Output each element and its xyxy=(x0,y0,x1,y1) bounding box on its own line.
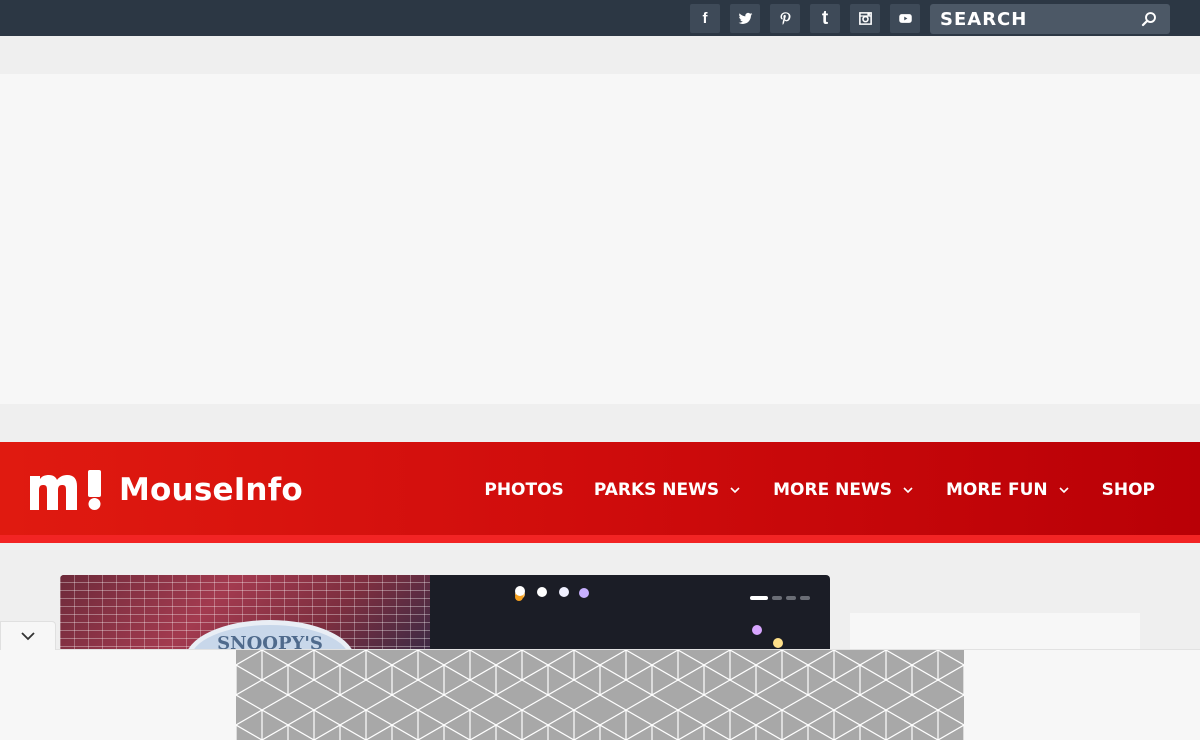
stage-light xyxy=(559,587,569,597)
search-icon[interactable] xyxy=(1140,10,1158,28)
search-box xyxy=(930,4,1170,34)
tumblr-icon[interactable]: t xyxy=(810,4,840,33)
slider-dot-1[interactable] xyxy=(750,596,768,600)
site-logo[interactable]: MouseInfo xyxy=(30,470,303,510)
nav-photos[interactable]: PHOTOS xyxy=(484,480,563,500)
nav-more-news-label: MORE NEWS xyxy=(773,480,892,500)
youtube-icon[interactable] xyxy=(890,4,920,33)
stage-light xyxy=(515,586,525,596)
nav-more-news[interactable]: MORE NEWS xyxy=(773,480,914,500)
cube-pattern xyxy=(236,650,964,740)
logo-mark-icon xyxy=(30,470,101,510)
instagram-icon[interactable] xyxy=(850,4,880,33)
stage-light xyxy=(579,588,589,598)
nav-more-fun[interactable]: MORE FUN xyxy=(946,480,1070,500)
nav-shop-label: SHOP xyxy=(1101,480,1155,500)
nav-parks-news-label: PARKS NEWS xyxy=(593,480,720,500)
nav-parks-news[interactable]: PARKS NEWS xyxy=(594,480,741,500)
stage-light xyxy=(537,587,547,597)
featured-slider[interactable]: SNOOPY'S xyxy=(60,575,830,655)
chevron-down-icon xyxy=(730,487,740,494)
top-bar: f t xyxy=(0,0,1200,36)
chevron-down-icon xyxy=(1059,487,1069,494)
stage-light xyxy=(752,625,762,635)
bottom-ad-banner[interactable] xyxy=(236,650,964,740)
stage-light xyxy=(773,638,783,648)
site-header: MouseInfo PHOTOS PARKS NEWS MORE NEWS MO… xyxy=(0,442,1200,543)
slider-dot-3[interactable] xyxy=(786,596,796,600)
pinterest-icon[interactable] xyxy=(770,4,800,33)
nav-photos-label: PHOTOS xyxy=(484,480,564,500)
nav-more-fun-label: MORE FUN xyxy=(945,480,1048,500)
logo-text: MouseInfo xyxy=(119,472,303,508)
chevron-down-icon xyxy=(903,487,913,494)
main-nav: PHOTOS PARKS NEWS MORE NEWS MORE FUN SHO… xyxy=(484,480,1155,500)
nav-shop[interactable]: SHOP xyxy=(1102,480,1155,500)
facebook-icon[interactable]: f xyxy=(690,4,720,33)
slider-dot-4[interactable] xyxy=(800,596,810,600)
slider-dot-2[interactable] xyxy=(772,596,782,600)
twitter-icon[interactable] xyxy=(730,4,760,33)
slider-dots xyxy=(750,596,810,600)
chevron-down-icon xyxy=(21,632,35,641)
facebook-glyph: f xyxy=(702,10,708,27)
search-input[interactable] xyxy=(940,8,1140,30)
top-ad-slot xyxy=(0,74,1200,404)
tumblr-glyph: t xyxy=(821,7,829,29)
collapse-ad-button[interactable] xyxy=(0,621,56,650)
